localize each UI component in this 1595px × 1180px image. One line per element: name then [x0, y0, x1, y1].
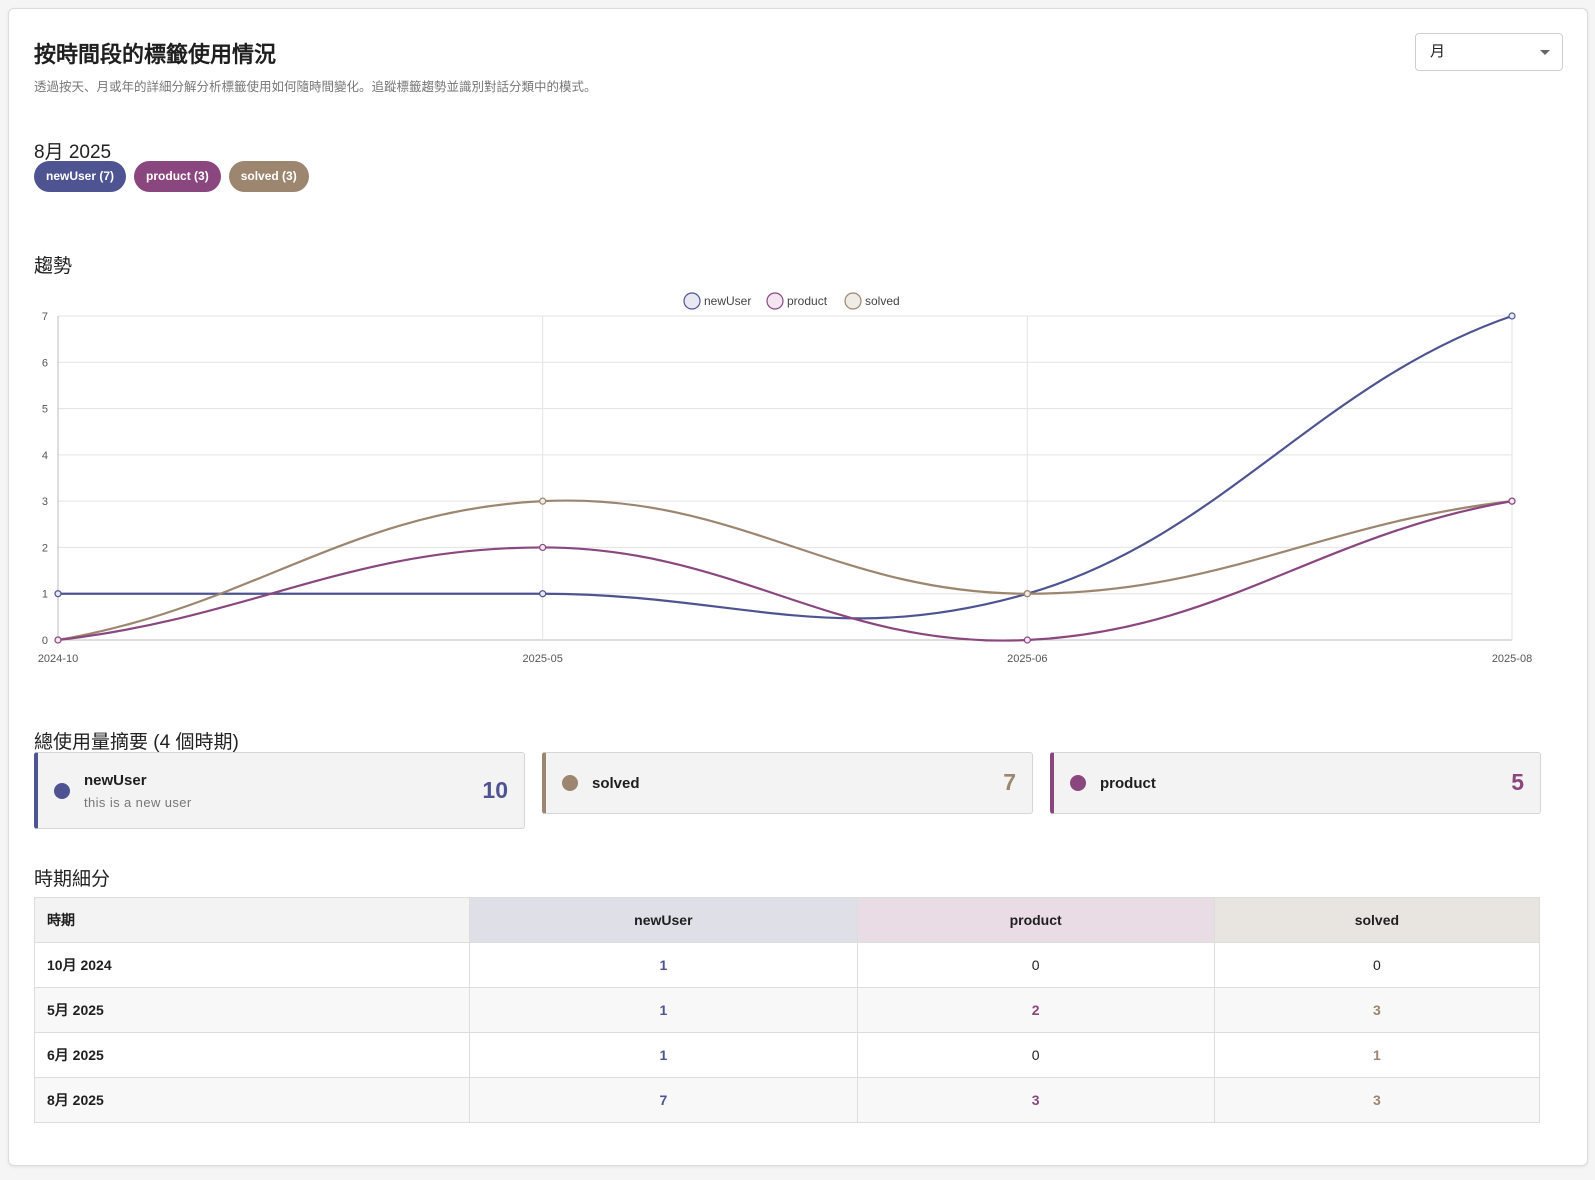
summary-tag-name: solved — [592, 774, 640, 792]
summary-heading: 總使用量摘要 (4 個時期) — [34, 732, 239, 753]
count-cell: 7 — [469, 1077, 858, 1123]
legend-swatch — [683, 292, 701, 310]
count-cell: 1 — [469, 987, 858, 1033]
breakdown-body: 10月 2024 1 0 0 5月 2025 1 2 3 6月 2025 1 0 1 8月 2025 7 3… — [33, 942, 1541, 1123]
y-tick-label: 0 — [42, 635, 48, 647]
count-cell: 1 — [1213, 1032, 1541, 1078]
summary-tag-count: 10 — [482, 777, 508, 803]
tag-color-dot — [562, 775, 578, 791]
data-point — [1023, 590, 1031, 598]
data-point — [539, 497, 547, 505]
summary-card-solved: solved 7 — [542, 752, 1033, 814]
data-point — [1508, 312, 1516, 320]
period-select-value: 月 — [1430, 43, 1446, 60]
tag-color-dot — [54, 783, 70, 799]
page-title: 按時間段的標籤使用情況 — [34, 42, 277, 67]
current-period-chips: newUser (7) product (3) solved (3) — [34, 161, 309, 192]
data-point — [539, 590, 547, 598]
legend-swatch — [766, 292, 784, 310]
data-point — [1023, 636, 1031, 644]
summary-card-product: product 5 — [1050, 752, 1541, 814]
tag-chip-label: product (3) — [146, 169, 209, 183]
count-cell: 3 — [856, 1077, 1215, 1123]
page-description: 透過按天、月或年的詳細分解分析標籤使用如何隨時間變化。追蹤標籤趨勢並識別對話分類… — [34, 80, 597, 94]
legend-item-newuser[interactable]: newUser — [683, 292, 751, 310]
y-tick-label: 4 — [42, 450, 48, 462]
breakdown-table: 時期 newUser product solved 10月 2024 1 0 0 5月 202… — [33, 897, 1541, 1123]
column-header-period: 時期 — [33, 897, 471, 943]
x-tick-label: 2024-10 — [38, 653, 78, 665]
y-tick-label: 5 — [42, 404, 48, 416]
count-cell: 2 — [856, 987, 1215, 1033]
data-point — [54, 590, 62, 598]
summary-tag-count: 5 — [1511, 769, 1524, 795]
table-row: 5月 2025 1 2 3 — [33, 987, 1541, 1033]
summary-tag-description: this is a new user — [84, 794, 192, 810]
y-tick-label: 3 — [42, 496, 48, 508]
table-row: 8月 2025 7 3 3 — [33, 1077, 1541, 1123]
summary-card-newuser: newUser this is a new user 10 — [34, 752, 525, 829]
period-cell: 8月 2025 — [33, 1077, 471, 1123]
count-cell: 1 — [469, 942, 858, 988]
tag-chip-label: solved (3) — [240, 169, 297, 183]
data-point — [54, 636, 62, 644]
period-select[interactable]: 月 — [1415, 33, 1563, 71]
x-tick-label: 2025-08 — [1492, 653, 1532, 665]
current-period-heading: 8月 2025 — [34, 142, 112, 163]
legend-label: product — [787, 294, 828, 308]
x-tick-label: 2025-05 — [522, 653, 562, 665]
column-header-solved: solved — [1213, 897, 1541, 943]
tag-chip[interactable]: product (3) — [134, 161, 221, 192]
series-line-newuser — [58, 314, 1513, 620]
data-point — [539, 543, 547, 552]
count-cell: 3 — [1213, 987, 1541, 1033]
period-cell: 5月 2025 — [33, 987, 471, 1033]
legend-item-solved[interactable]: solved — [844, 292, 900, 310]
period-cell: 10月 2024 — [33, 942, 471, 988]
count-cell: 0 — [856, 1032, 1215, 1078]
data-point — [1508, 497, 1516, 505]
count-cell: 1 — [469, 1032, 858, 1078]
breakdown-heading: 時期細分 — [34, 869, 111, 890]
trend-chart: 0 1 2 3 4 5 6 7 2024-10 2025-05 2025-06 2025-08 newU… — [38, 292, 1532, 665]
tag-chip-label: newUser (7) — [46, 169, 115, 183]
count-cell: 0 — [856, 942, 1215, 988]
column-header-newuser: newUser — [469, 897, 858, 943]
summary-cards: newUser this is a new user 10 solved 7 produc… — [34, 752, 1541, 829]
tag-chip[interactable]: newUser (7) — [34, 161, 127, 192]
y-tick-label: 7 — [42, 311, 48, 323]
breakdown-header-row: 時期 newUser product solved — [33, 897, 1541, 943]
trend-heading: 趨勢 — [34, 256, 73, 277]
period-cell: 6月 2025 — [33, 1032, 471, 1078]
summary-tag-count: 7 — [1003, 769, 1016, 795]
table-row: 6月 2025 1 0 1 — [33, 1032, 1541, 1078]
tag-usage-card: 按時間段的標籤使用情況 透過按天、月或年的詳細分解分析標籤使用如何隨時間變化。追… — [8, 8, 1588, 1166]
legend-swatch — [844, 292, 862, 310]
tag-color-dot — [1070, 775, 1086, 791]
summary-tag-name: product — [1100, 774, 1156, 792]
legend-label: newUser — [704, 294, 751, 308]
legend-label: solved — [865, 294, 900, 308]
x-tick-label: 2025-06 — [1007, 653, 1047, 665]
count-cell: 0 — [1213, 942, 1541, 988]
y-tick-label: 2 — [42, 542, 48, 554]
y-tick-label: 6 — [42, 357, 48, 369]
legend-item-product[interactable]: product — [766, 292, 828, 310]
summary-tag-name: newUser — [84, 771, 147, 789]
chevron-down-icon — [1540, 50, 1550, 55]
table-row: 10月 2024 1 0 0 — [33, 942, 1541, 988]
tag-chip[interactable]: solved (3) — [228, 161, 309, 192]
count-cell: 3 — [1213, 1077, 1541, 1123]
y-tick-label: 1 — [42, 589, 48, 601]
column-header-product: product — [856, 897, 1215, 943]
